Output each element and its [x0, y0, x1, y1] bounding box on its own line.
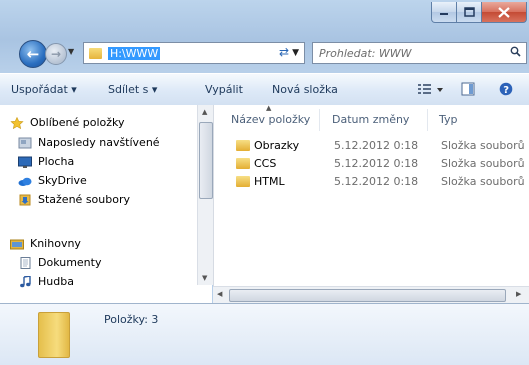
documents-icon	[20, 256, 31, 269]
help-icon[interactable]: ?	[499, 82, 513, 99]
sort-indicator-icon: ▲	[266, 104, 272, 112]
refresh-icon[interactable]: ⇄	[279, 45, 289, 59]
file-name: HTML	[254, 175, 285, 188]
scroll-up-icon[interactable]: ▲	[202, 108, 207, 116]
share-button[interactable]: Sdílet s ▾	[108, 83, 157, 96]
sidebar-item-skydrive[interactable]: SkyDrive	[18, 174, 87, 187]
sidebar-item-desktop[interactable]: Plocha	[18, 155, 74, 168]
folder-icon	[89, 47, 102, 59]
column-separator[interactable]	[427, 109, 428, 131]
search-icon[interactable]	[510, 46, 521, 60]
forward-arrow-icon: →	[50, 47, 62, 61]
scroll-right-icon[interactable]: ▶	[516, 290, 521, 298]
file-name: CCS	[254, 157, 277, 170]
downloads-icon	[19, 194, 31, 205]
scrollbar-thumb[interactable]	[229, 289, 506, 302]
folder-icon	[236, 176, 250, 187]
folder-icon	[236, 140, 250, 151]
item-count: Položky: 3	[104, 313, 159, 326]
scroll-left-icon[interactable]: ◀	[217, 290, 222, 298]
music-icon	[20, 275, 31, 287]
details-pane: Položky: 3	[0, 303, 529, 365]
sidebar-item-music[interactable]: Hudba	[18, 275, 74, 288]
column-separator[interactable]	[319, 109, 320, 131]
file-type: Složka souborů	[441, 157, 525, 170]
command-bar: Uspořádat ▾ Sdílet s ▾ Vypálit Nová slož…	[0, 73, 529, 106]
organize-button[interactable]: Uspořádat ▾	[11, 83, 77, 96]
sidebar-label-skydrive: SkyDrive	[38, 174, 87, 187]
column-header-type[interactable]: Typ	[439, 113, 458, 126]
file-name: Obrazky	[254, 139, 300, 152]
address-dropdown-icon[interactable]: ▼	[292, 48, 299, 58]
file-type: Složka souborů	[441, 139, 525, 152]
sidebar-label-libraries: Knihovny	[30, 237, 81, 250]
sidebar-item-documents[interactable]: Dokumenty	[18, 256, 101, 269]
search-box[interactable]: Prohledat: WWW	[312, 42, 527, 64]
share-label: Sdílet s	[108, 83, 149, 96]
view-options-icon[interactable]	[418, 82, 446, 99]
sidebar-item-favorites[interactable]: Oblíbené položky	[10, 116, 125, 129]
folder-icon	[236, 158, 250, 169]
navigation-pane: Oblíbené položky Naposledy navštívené Pl…	[0, 105, 212, 303]
desktop-icon	[18, 156, 32, 168]
navigation-pane-scrollbar[interactable]: ▲ ▼	[197, 105, 213, 285]
address-path[interactable]: H:\WWW	[108, 46, 161, 60]
search-placeholder[interactable]: Prohledat: WWW	[319, 47, 412, 60]
explorer-window: ← → ▼ H:\WWW ▼ ⇄ Prohledat: WWW Uspořáda…	[0, 0, 529, 365]
maximize-button[interactable]	[457, 2, 482, 23]
cloud-icon	[18, 177, 32, 186]
libraries-icon	[10, 239, 24, 249]
star-icon	[10, 116, 24, 129]
sidebar-item-downloads[interactable]: Stažené soubory	[18, 193, 130, 206]
file-row[interactable]: Obrazky 5.12.2012 0:18 Složka souborů	[214, 137, 529, 155]
sidebar-label-music: Hudba	[38, 275, 74, 288]
burn-button[interactable]: Vypálit	[205, 83, 243, 96]
back-arrow-icon: ←	[26, 45, 40, 63]
minimize-icon	[440, 13, 448, 15]
close-button[interactable]	[482, 2, 527, 23]
sidebar-label-desktop: Plocha	[38, 155, 75, 168]
sidebar-label-recent: Naposledy navštívené	[38, 136, 160, 149]
preview-pane-icon[interactable]	[461, 82, 475, 99]
file-list-horizontal-scrollbar[interactable]: ◀ ▶	[213, 286, 529, 303]
caption-buttons	[431, 2, 527, 23]
new-folder-button[interactable]: Nová složka	[272, 83, 338, 96]
sidebar-item-recent[interactable]: Naposledy navštívené	[18, 136, 160, 149]
forward-button[interactable]: →	[45, 43, 67, 65]
file-list: ▲ Název položky Datum změny Typ Obrazky …	[213, 104, 529, 303]
svg-text:?: ?	[503, 85, 509, 96]
address-bar[interactable]: H:\WWW ▼	[83, 42, 305, 64]
large-folder-icon	[38, 312, 70, 358]
file-date: 5.12.2012 0:18	[334, 175, 419, 188]
file-date: 5.12.2012 0:18	[334, 139, 419, 152]
sidebar-item-libraries[interactable]: Knihovny	[10, 237, 81, 250]
sidebar-label-favorites: Oblíbené položky	[30, 116, 125, 129]
sidebar-label-documents: Dokumenty	[38, 256, 102, 269]
back-button[interactable]: ←	[19, 40, 47, 68]
file-type: Složka souborů	[441, 175, 525, 188]
file-row[interactable]: CCS 5.12.2012 0:18 Složka souborů	[214, 155, 529, 173]
scrollbar-thumb[interactable]	[199, 122, 213, 199]
maximize-icon	[463, 7, 475, 17]
recent-pages-dropdown[interactable]: ▼	[68, 47, 74, 56]
minimize-button[interactable]	[431, 2, 457, 23]
column-header-date[interactable]: Datum změny	[332, 113, 409, 126]
file-row[interactable]: HTML 5.12.2012 0:18 Složka souborů	[214, 173, 529, 191]
file-date: 5.12.2012 0:18	[334, 157, 419, 170]
sidebar-label-downloads: Stažené soubory	[38, 193, 130, 206]
column-header-name[interactable]: Název položky	[231, 113, 310, 126]
organize-label: Uspořádat	[11, 83, 68, 96]
recent-places-icon	[18, 137, 32, 148]
scroll-down-icon[interactable]: ▼	[202, 274, 207, 282]
close-icon	[498, 6, 510, 18]
